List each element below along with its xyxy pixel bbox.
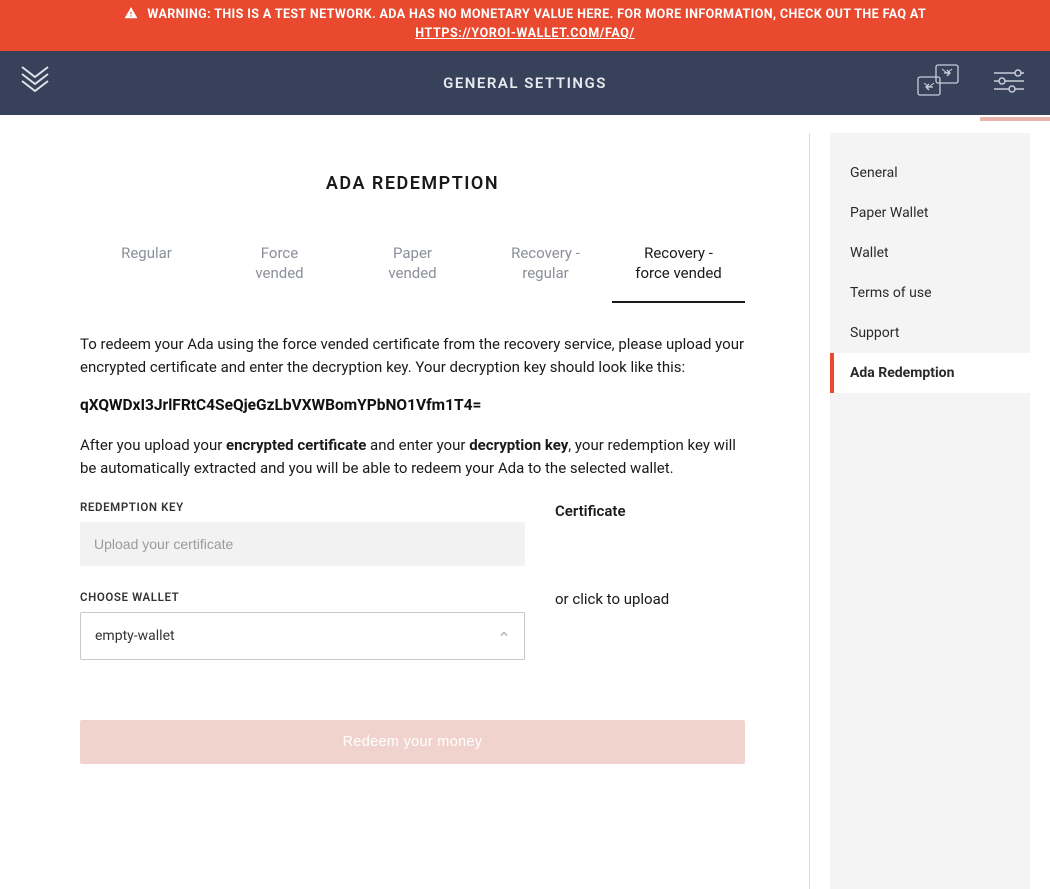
yoroi-logo[interactable]	[20, 64, 50, 102]
decryption-key-example: qXQWDxI3JrlFRtC4SeQjeGzLbVXWBomYPbNO1Vfm…	[80, 396, 745, 414]
redemption-key-input[interactable]	[80, 522, 525, 566]
sidebar-item-wallet[interactable]: Wallet	[830, 233, 1030, 273]
sidebar-item-label: Support	[850, 325, 899, 341]
tab-paper-vended[interactable]: Paper vended	[346, 234, 479, 303]
sidebar-item-label: General	[850, 165, 898, 181]
main-panel: ADA REDEMPTION Regular Force vended Pape…	[20, 133, 810, 889]
tab-regular[interactable]: Regular	[80, 234, 213, 303]
redemption-tabs: Regular Force vended Paper vended Recove…	[80, 234, 745, 303]
sidebar-item-label: Paper Wallet	[850, 205, 929, 221]
settings-icon[interactable]	[988, 63, 1030, 103]
redeem-button[interactable]: Redeem your money	[80, 720, 745, 764]
sidebar-item-label: Ada Redemption	[850, 365, 954, 381]
intro-paragraph: To redeem your Ada using the force vende…	[80, 333, 745, 380]
settings-sidebar: General Paper Wallet Wallet Terms of use…	[830, 133, 1030, 889]
sidebar-item-general[interactable]: General	[830, 153, 1030, 193]
warning-text: WARNING: THIS IS A TEST NETWORK. ADA HAS…	[147, 7, 926, 22]
tab-force-vended[interactable]: Force vended	[213, 234, 346, 303]
sidebar-item-paper-wallet[interactable]: Paper Wallet	[830, 193, 1030, 233]
test-network-warning-banner: WARNING: THIS IS A TEST NETWORK. ADA HAS…	[0, 0, 1050, 51]
choose-wallet-label: CHOOSE WALLET	[80, 590, 525, 604]
sidebar-item-support[interactable]: Support	[830, 313, 1030, 353]
sidebar-item-label: Terms of use	[850, 285, 932, 301]
sidebar-item-ada-redemption[interactable]: Ada Redemption	[830, 353, 1030, 393]
wallet-select[interactable]: empty-wallet	[80, 612, 525, 660]
warning-icon	[124, 7, 148, 22]
settings-active-indicator	[980, 117, 1050, 121]
upload-hint[interactable]: or click to upload	[555, 590, 745, 608]
tab-recovery-regular[interactable]: Recovery - regular	[479, 234, 612, 303]
sidebar-item-label: Wallet	[850, 245, 889, 261]
tab-recovery-force-vended[interactable]: Recovery - force vended	[612, 234, 745, 303]
faq-link[interactable]: HTTPS://YOROI-WALLET.COM/FAQ/	[415, 26, 634, 41]
wallet-transfer-icon[interactable]	[912, 59, 964, 107]
sidebar-item-terms-of-use[interactable]: Terms of use	[830, 273, 1030, 313]
section-heading: ADA REDEMPTION	[80, 173, 745, 194]
chevron-up-icon	[498, 628, 510, 644]
instructions-paragraph: After you upload your encrypted certific…	[80, 434, 745, 481]
page-title: GENERAL SETTINGS	[0, 74, 1050, 92]
wallet-select-value: empty-wallet	[95, 628, 175, 644]
certificate-label: Certificate	[555, 502, 745, 520]
redemption-key-label: REDEMPTION KEY	[80, 500, 525, 514]
app-header: GENERAL SETTINGS	[0, 51, 1050, 115]
